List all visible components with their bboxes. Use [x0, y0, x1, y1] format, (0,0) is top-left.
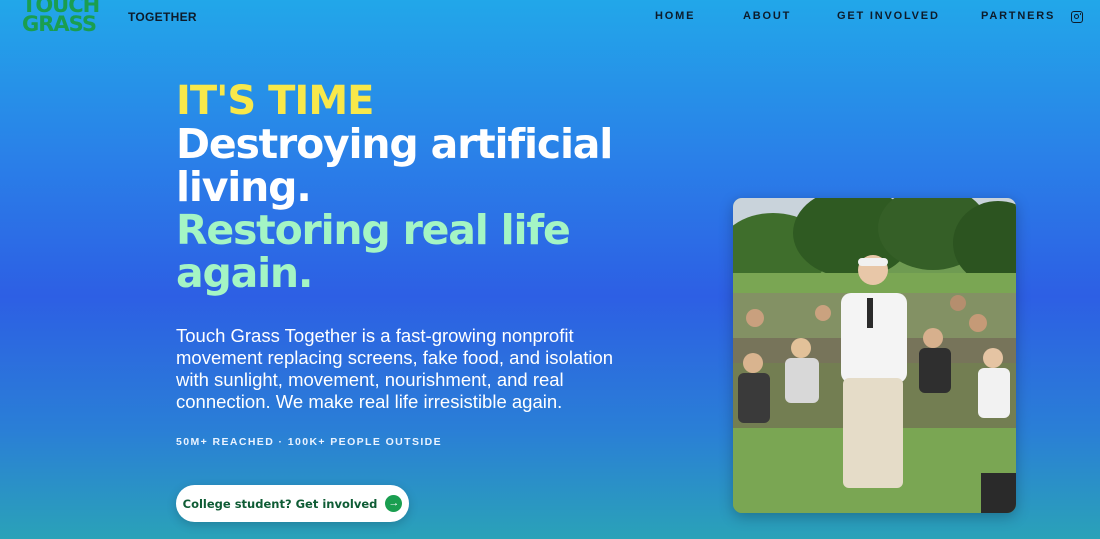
main-nav: HOME ABOUT GET INVOLVED PARTNERS: [0, 10, 1100, 28]
hero-description: Touch Grass Together is a fast-growing n…: [176, 325, 614, 412]
nav-about[interactable]: ABOUT: [743, 10, 791, 22]
arrow-right-icon: →: [385, 495, 403, 512]
headline-mint: Restoring real life again.: [176, 206, 571, 297]
instagram-icon[interactable]: [1071, 11, 1083, 23]
hero-heading: IT'S TIME Destroying artificial living. …: [176, 79, 696, 295]
nav-get-involved[interactable]: GET INVOLVED: [837, 10, 940, 22]
hero-photo: [733, 198, 1016, 513]
nav-partners[interactable]: PARTNERS: [981, 10, 1055, 22]
nav-home[interactable]: HOME: [655, 10, 695, 22]
hero-stats: 50M+ REACHED · 100K+ PEOPLE OUTSIDE: [176, 436, 443, 448]
cta-label: College student? Get involved: [182, 496, 378, 511]
headline-white: Destroying artificial living.: [176, 120, 613, 211]
get-involved-button[interactable]: College student? Get involved →: [176, 485, 409, 522]
hero-eyebrow: IT'S TIME: [176, 78, 374, 124]
crowd-photo-illustration: [733, 198, 1016, 513]
